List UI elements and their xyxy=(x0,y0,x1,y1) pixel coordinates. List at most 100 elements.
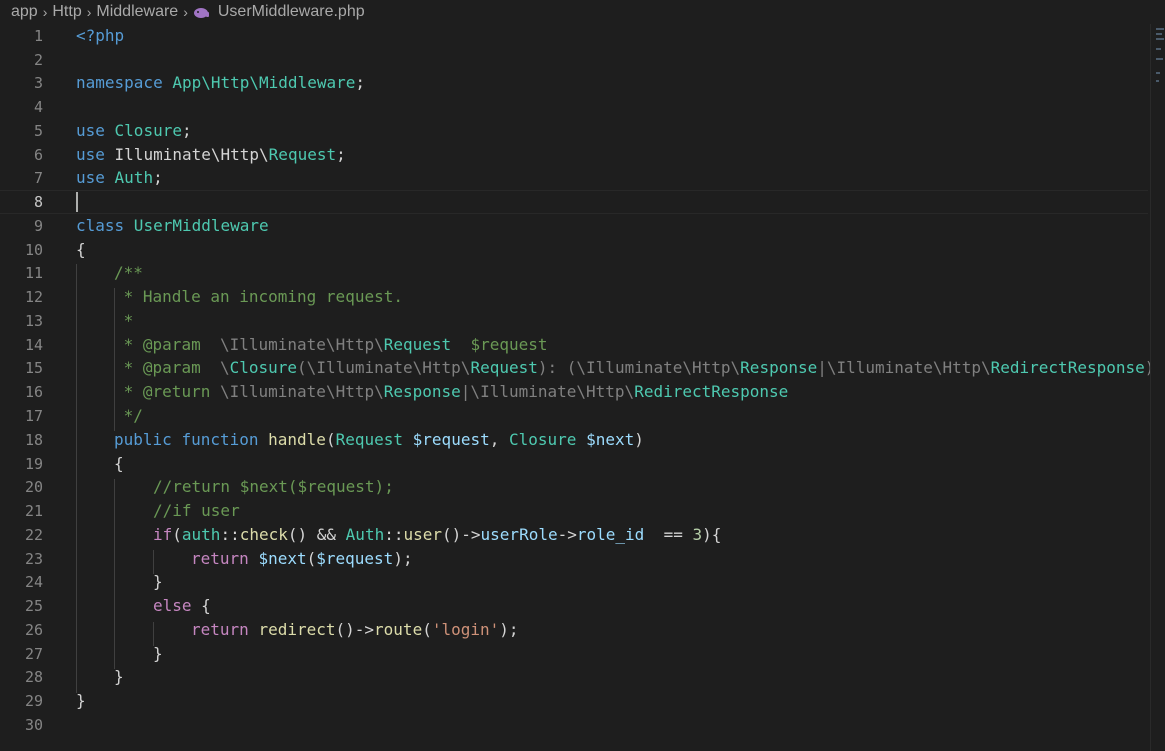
code-line[interactable]: 28} xyxy=(0,665,1148,689)
token: $request xyxy=(412,430,490,449)
code-line[interactable]: 18 public function handle(Request $reques… xyxy=(0,428,1148,452)
token: route xyxy=(374,620,423,639)
token: userRole xyxy=(480,525,558,544)
token: \Illuminate\Http\ xyxy=(210,382,384,401)
line-number: 29 xyxy=(24,692,43,710)
minimap-line xyxy=(1156,38,1164,40)
line-number: 14 xyxy=(24,336,43,354)
code-line[interactable]: 15 * @param \Closure(\Illuminate\Http\Re… xyxy=(0,356,1154,380)
code-line[interactable]: 16 * @return \Illuminate\Http\Response|\… xyxy=(0,380,1148,404)
code-line[interactable]: 19 { xyxy=(0,452,1148,476)
token: () && xyxy=(287,525,346,544)
token: ( xyxy=(422,620,432,639)
token: ) xyxy=(634,430,644,449)
code-line[interactable]: 13 * xyxy=(0,309,1148,333)
code-line[interactable]: 10 { xyxy=(0,238,1148,262)
token: == xyxy=(644,525,693,544)
chevron-right-icon: › xyxy=(183,4,188,20)
minimap-line xyxy=(1156,58,1163,60)
code-line[interactable]: 17 */ xyxy=(0,404,1148,428)
token: ( xyxy=(325,430,336,449)
code-line-current[interactable]: 8 xyxy=(0,190,1148,214)
line-number: 3 xyxy=(33,74,43,92)
token: Request xyxy=(335,430,404,449)
chevron-right-icon: › xyxy=(42,4,48,20)
token: Auth xyxy=(104,168,154,187)
breadcrumb-middleware[interactable]: Middleware xyxy=(96,3,178,21)
breadcrumb: app › Http › Middleware › UserMiddleware… xyxy=(0,0,1165,24)
token: Request xyxy=(383,335,452,354)
line-number: 27 xyxy=(24,645,43,663)
minimap-line xyxy=(1156,80,1159,82)
code-line[interactable]: 22 if(auth::check() && Auth::user()->user… xyxy=(0,523,1148,547)
line-number: 4 xyxy=(33,98,43,116)
token: ); xyxy=(393,549,413,568)
token: Response xyxy=(740,358,818,377)
token: /** xyxy=(114,263,143,282)
token: |\Illuminate\Http\ xyxy=(460,382,635,401)
token: use xyxy=(76,168,105,187)
token: return xyxy=(191,620,249,639)
code-line[interactable]: 21 //if user xyxy=(0,499,1148,523)
code-line[interactable]: 3 namespace App\Http\Middleware; xyxy=(0,71,1148,95)
breadcrumb-app[interactable]: app xyxy=(11,3,38,21)
code-line[interactable]: 5 use Closure; xyxy=(0,119,1148,143)
token: ()-> xyxy=(335,620,375,639)
code-line[interactable]: 7 use Auth; xyxy=(0,166,1148,190)
code-line[interactable]: 2 xyxy=(0,48,1148,72)
token: function xyxy=(181,430,259,449)
code-line[interactable]: 23 return $next($request); xyxy=(0,547,1148,571)
line-number: 22 xyxy=(24,526,43,544)
line-number: 2 xyxy=(33,51,43,69)
token: return xyxy=(191,549,249,568)
token: //if user xyxy=(153,501,240,520)
line-number: 19 xyxy=(24,455,43,473)
breadcrumb-file[interactable]: UserMiddleware.php xyxy=(218,3,365,21)
token: Closure xyxy=(229,358,298,377)
line-number: 24 xyxy=(24,573,43,591)
line-number: 25 xyxy=(24,597,43,615)
breadcrumb-http[interactable]: Http xyxy=(52,3,81,21)
code-line[interactable]: 12 * Handle an incoming request. xyxy=(0,285,1148,309)
token: class xyxy=(76,216,125,235)
token: RedirectResponse xyxy=(634,382,789,401)
code-line[interactable]: 6 use Illuminate\Http\Request; xyxy=(0,143,1148,167)
code-line[interactable]: 4 xyxy=(0,95,1148,119)
code-line[interactable]: 14 * @param \Illuminate\Http\Request $re… xyxy=(0,333,1148,357)
minimap[interactable] xyxy=(1150,24,1165,751)
token: -> xyxy=(557,525,577,544)
token: Illuminate\Http\ xyxy=(104,145,269,164)
code-line[interactable]: 1 <?php xyxy=(0,24,1148,48)
code-line[interactable]: 11 /** xyxy=(0,261,1148,285)
code-line[interactable]: 27} xyxy=(0,642,1148,666)
line-number: 23 xyxy=(24,550,43,568)
token: check xyxy=(239,525,288,544)
token: Closure xyxy=(104,121,182,140)
line-number: 30 xyxy=(24,716,43,734)
code-line[interactable]: 25 else { xyxy=(0,594,1148,618)
chevron-right-icon: › xyxy=(86,4,92,20)
token: (\Illuminate\Http\ xyxy=(297,358,471,377)
token: App\Http\Middleware xyxy=(162,73,356,92)
code-line[interactable]: 29} xyxy=(0,689,1148,713)
code-line[interactable]: 30 xyxy=(0,713,1148,737)
code-line[interactable]: 26 return redirect()->route('login'); xyxy=(0,618,1148,642)
token: //return $next($request); xyxy=(153,477,394,496)
line-number: 21 xyxy=(24,502,43,520)
code-line[interactable]: 9 class UserMiddleware xyxy=(0,214,1148,238)
token: $next xyxy=(586,430,635,449)
code-line[interactable]: 24} xyxy=(0,570,1148,594)
code-line[interactable]: 20 //return $next($request); xyxy=(0,475,1148,499)
code-editor[interactable]: 1 <?php 2 3 namespace App\Http\Middleware;… xyxy=(0,24,1154,751)
line-number: 18 xyxy=(24,431,43,449)
line-number: 13 xyxy=(24,312,43,330)
line-number: 10 xyxy=(24,241,43,259)
token: Auth xyxy=(345,525,385,544)
line-number: 5 xyxy=(33,122,43,140)
token: * xyxy=(114,335,143,354)
token: @param xyxy=(142,358,201,377)
line-number: 6 xyxy=(33,146,43,164)
